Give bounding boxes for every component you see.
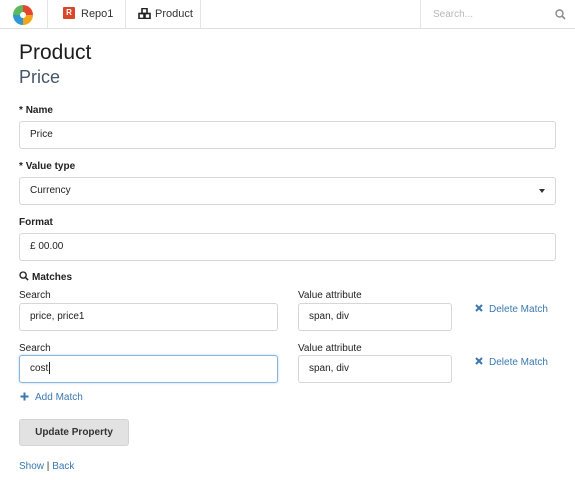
app-logo-icon (13, 5, 33, 25)
caret-down-icon (539, 189, 545, 193)
match-attr-field[interactable]: span, div (298, 355, 452, 383)
match-attr-field[interactable]: span, div (298, 303, 452, 331)
page-title: Product (19, 41, 92, 64)
nav-repo-link[interactable]: R Repo1 (49, 0, 126, 29)
matches-heading: Matches (19, 271, 73, 284)
match-search-label: Search (19, 290, 51, 301)
match-search-field[interactable]: price, price1 (19, 303, 278, 331)
match-search-value: cost (30, 363, 49, 374)
delete-match-label: Delete Match (489, 357, 548, 368)
close-icon (475, 357, 483, 366)
plus-icon (20, 392, 29, 401)
match-attr-label: Value attribute (298, 290, 362, 301)
delete-match-link[interactable]: Delete Match (475, 304, 548, 316)
nav-product-link[interactable]: Product (126, 0, 201, 29)
format-label: Format (19, 217, 53, 228)
repo-badge-icon: R (63, 7, 75, 20)
search-box (420, 0, 575, 29)
nav-repo-label: Repo1 (81, 8, 114, 20)
update-property-button[interactable]: Update Property (19, 419, 129, 446)
value-type-selected: Currency (30, 185, 71, 196)
value-type-select[interactable]: Currency (19, 177, 556, 205)
name-field[interactable]: Price (19, 121, 556, 149)
back-link[interactable]: Back (52, 461, 74, 472)
nav-product-label: Product (155, 8, 193, 20)
match-search-label: Search (19, 343, 51, 354)
cubes-icon (138, 7, 151, 19)
name-label-text: Name (25, 105, 53, 116)
add-match-label: Add Match (35, 392, 83, 403)
required-marker: * (19, 105, 23, 116)
name-label: * Name (19, 105, 53, 117)
text-cursor (49, 362, 51, 375)
value-type-label: * Value type (19, 161, 75, 173)
search-icon (19, 271, 29, 281)
show-link[interactable]: Show (19, 461, 44, 472)
app-logo[interactable] (0, 0, 48, 29)
page-subtitle: Price (19, 67, 61, 87)
format-field[interactable]: £ 00.00 (19, 233, 556, 261)
link-separator: | (46, 461, 50, 472)
add-match-link[interactable]: Add Match (20, 392, 83, 404)
match-attr-label: Value attribute (298, 343, 362, 354)
value-type-label-text: Value type (25, 161, 76, 172)
footer-links: Show | Back (19, 461, 74, 473)
required-marker: * (19, 161, 23, 172)
search-input[interactable] (431, 6, 549, 23)
top-navbar: R Repo1 Product (0, 0, 575, 29)
delete-match-label: Delete Match (489, 304, 548, 315)
match-search-field[interactable]: cost (19, 355, 278, 383)
search-icon[interactable] (555, 9, 566, 20)
close-icon (475, 304, 483, 313)
matches-label-text: Matches (32, 272, 73, 283)
delete-match-link[interactable]: Delete Match (475, 357, 548, 369)
